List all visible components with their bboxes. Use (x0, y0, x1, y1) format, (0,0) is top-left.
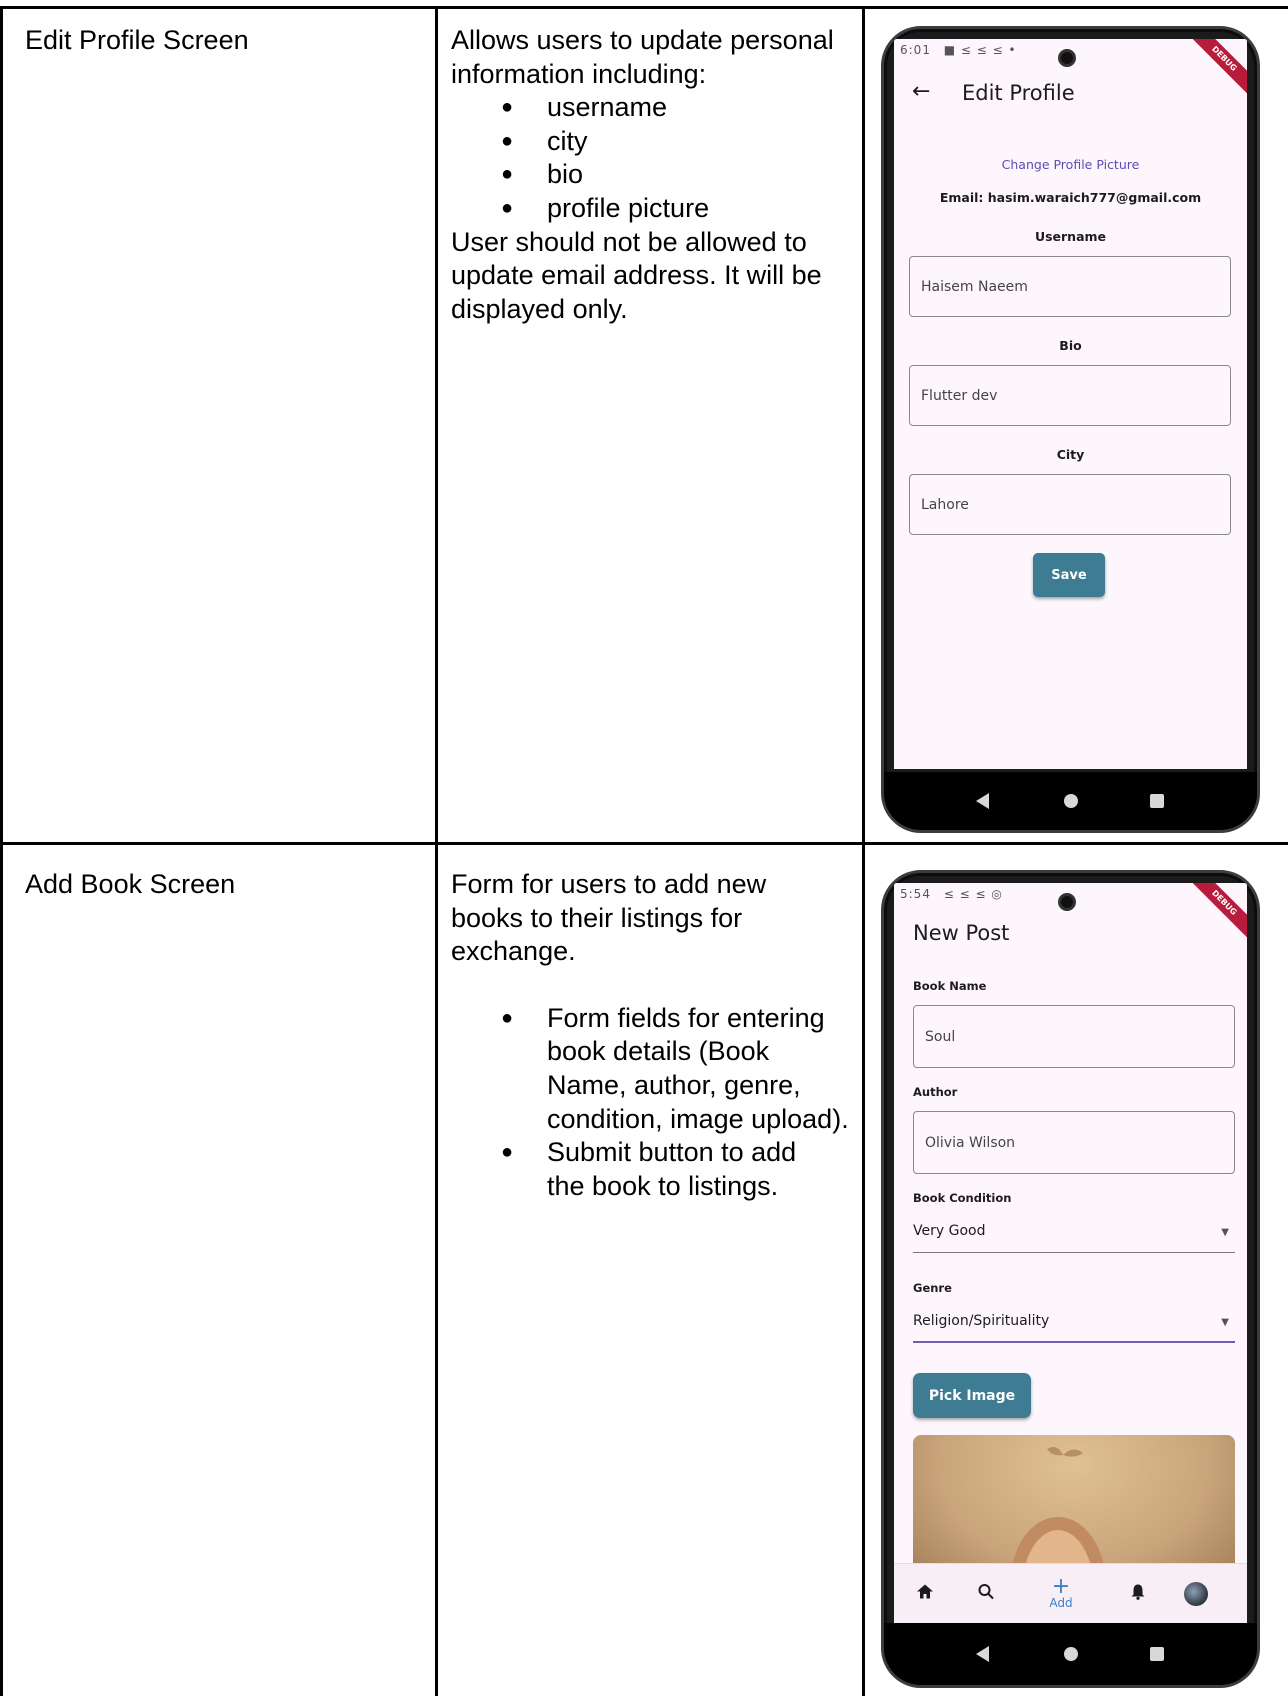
phone-mockup-add-book: 5:54 ≤ ≤ ≤ ◎ DEBUG New Post Book Name So… (881, 870, 1260, 1688)
bio-label: Bio (1059, 338, 1082, 353)
status-icons: ■ ≤ ≤ ≤ • (943, 43, 1017, 57)
bullet-item: Form fields for entering book details (B… (451, 1002, 851, 1136)
genre-label: Genre (913, 1281, 952, 1295)
description-outro: User should not be allowed to update ema… (451, 226, 822, 324)
android-nav-bar (884, 772, 1257, 830)
appbar-title: Edit Profile (962, 81, 1075, 105)
table-row-divider (0, 842, 1288, 845)
email-display: Email: hasim.waraich777@gmail.com (939, 190, 1202, 205)
city-label: City (1056, 447, 1085, 462)
table-border-top (0, 6, 1288, 9)
book-name-label: Book Name (913, 979, 987, 993)
phone-screen: 6:01 ■ ≤ ≤ ≤ • DEBUG ← Edit Profile Chan… (894, 39, 1247, 769)
avatar-icon[interactable] (1184, 1581, 1208, 1606)
bullet-item: Submit button to add the book to listing… (451, 1136, 851, 1203)
home-icon[interactable] (916, 1582, 934, 1605)
screen-name: Edit Profile Screen (25, 25, 249, 55)
camera-hole (1058, 893, 1076, 911)
bell-icon[interactable] (1129, 1582, 1147, 1605)
debug-banner: DEBUG (1186, 39, 1247, 97)
appbar-title: New Post (913, 921, 1010, 945)
arrow-left-icon[interactable]: ← (912, 79, 930, 104)
camera-hole (1058, 49, 1076, 67)
nav-home-icon[interactable] (1064, 1647, 1078, 1661)
city-field[interactable]: Lahore (909, 474, 1231, 535)
nav-recents-icon[interactable] (1150, 794, 1164, 808)
description-bullets: username city bio profile picture (451, 91, 851, 225)
change-profile-picture-link[interactable]: Change Profile Picture (894, 157, 1247, 172)
author-label: Author (913, 1085, 958, 1099)
add-tab[interactable]: + Add (1049, 1573, 1073, 1610)
username-field[interactable]: Haisem Naeem (909, 256, 1231, 317)
book-condition-value: Very Good (913, 1223, 986, 1239)
genre-value: Religion/Spirituality (913, 1313, 1050, 1329)
avatar (1184, 1581, 1208, 1606)
bio-field[interactable]: Flutter dev (909, 365, 1231, 426)
status-icons: ≤ ≤ ≤ ◎ (943, 887, 1003, 901)
chevron-down-icon: ▼ (1221, 1317, 1229, 1328)
author-field[interactable]: Olivia Wilson (913, 1111, 1235, 1174)
android-nav-bar (884, 1623, 1257, 1685)
screen-description: Allows users to update personal informat… (451, 24, 851, 326)
screen-description: Form for users to add new books to their… (451, 868, 851, 1203)
status-time: 5:54 (900, 887, 931, 901)
table-divider-2 (862, 6, 865, 1696)
bullet-item: profile picture (451, 192, 851, 226)
genre-dropdown[interactable]: Religion/Spirituality ▼ (913, 1313, 1235, 1343)
nav-home-icon[interactable] (1064, 794, 1078, 808)
phone-screen: 5:54 ≤ ≤ ≤ ◎ DEBUG New Post Book Name So… (894, 883, 1247, 1623)
book-condition-label: Book Condition (913, 1191, 1012, 1205)
status-bar: 6:01 ■ ≤ ≤ ≤ • (900, 43, 1017, 57)
username-label: Username (1034, 229, 1107, 244)
document-table: Edit Profile Screen Allows users to upda… (0, 6, 1288, 1696)
status-time: 6:01 (900, 43, 931, 57)
book-condition-dropdown[interactable]: Very Good ▼ (913, 1223, 1235, 1253)
add-tab-label: Add (1049, 1595, 1073, 1610)
book-name-field[interactable]: Soul (913, 1005, 1235, 1068)
bullet-item: username (451, 91, 851, 125)
bullet-item: bio (451, 158, 851, 192)
nav-back-icon[interactable] (976, 1646, 989, 1662)
save-button[interactable]: Save (1033, 553, 1105, 597)
phone-mockup-edit-profile: 6:01 ■ ≤ ≤ ≤ • DEBUG ← Edit Profile Chan… (881, 26, 1260, 833)
description-bullets: Form fields for entering book details (B… (451, 1002, 851, 1204)
bottom-navigation-bar: + Add (894, 1563, 1247, 1623)
nav-back-icon[interactable] (976, 793, 989, 809)
table-divider-1 (435, 6, 438, 1696)
status-bar: 5:54 ≤ ≤ ≤ ◎ (900, 887, 1003, 901)
description-intro: Allows users to update personal informat… (451, 25, 834, 89)
pick-image-button[interactable]: Pick Image (913, 1373, 1031, 1418)
nav-recents-icon[interactable] (1150, 1647, 1164, 1661)
bullet-item: city (451, 125, 851, 159)
plus-icon: + (1051, 1573, 1071, 1599)
description-intro: Form for users to add new books to their… (451, 869, 767, 967)
screen-name: Add Book Screen (25, 869, 236, 899)
table-border-left (0, 6, 3, 1696)
search-icon[interactable] (977, 1582, 995, 1605)
chevron-down-icon: ▼ (1221, 1227, 1229, 1238)
debug-banner: DEBUG (1186, 883, 1247, 941)
